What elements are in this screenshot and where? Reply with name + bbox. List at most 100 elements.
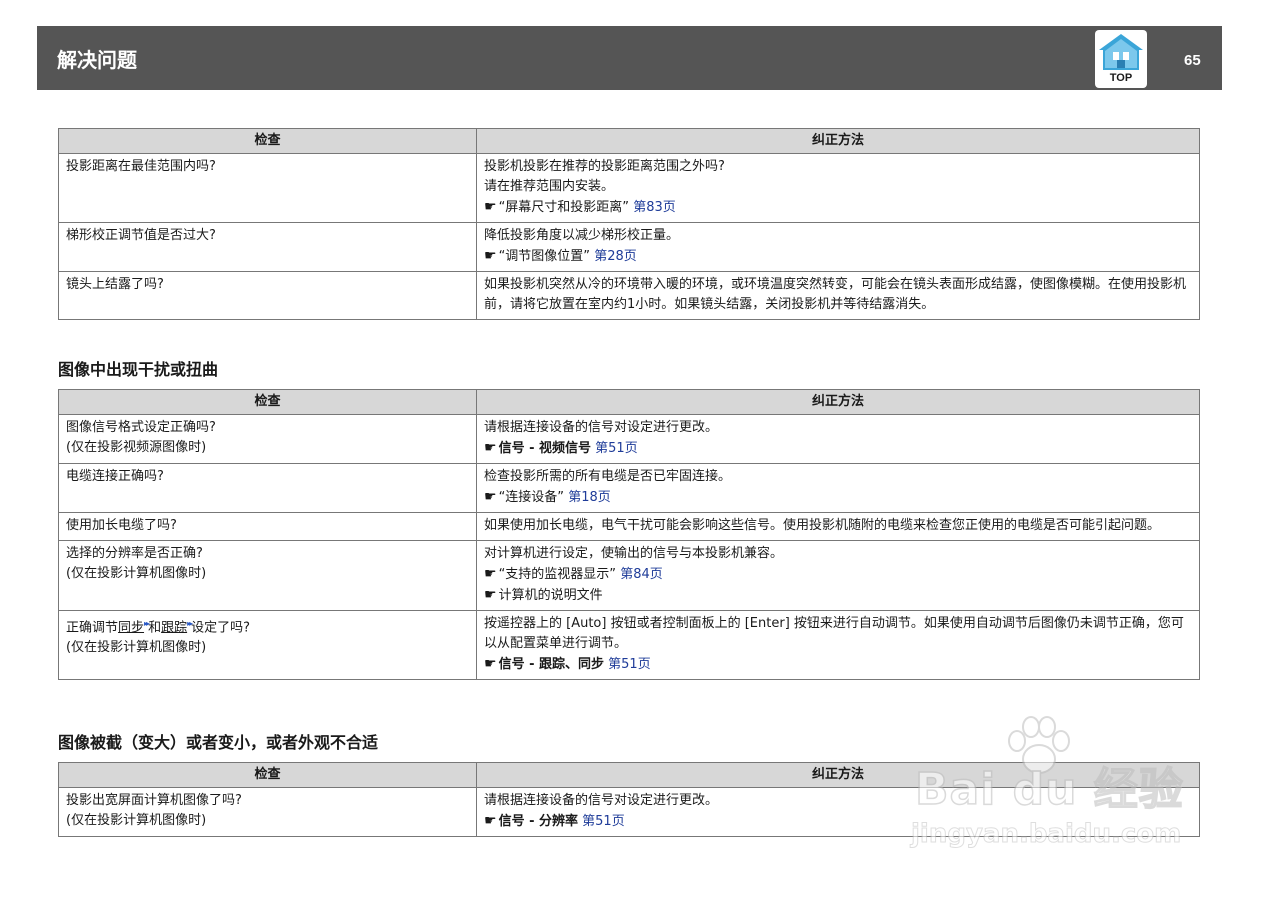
table-header-row: 检查 纠正方法 (58, 762, 1200, 788)
pointing-hand-icon: ☛ (484, 566, 497, 582)
table-row: 电缆连接正确吗? 检查投影所需的所有电缆是否已牢固连接。 ☛ “连接设备” 第18页 (58, 463, 1200, 513)
reference-title: 信号 - 跟踪、同步 (498, 657, 605, 672)
reference-link[interactable]: ☛ “屏幕尺寸和投影距离” 第83页 (484, 197, 1193, 218)
table-header-row: 检查 纠正方法 (58, 128, 1200, 154)
check-cell: 镜头上结露了吗? (58, 271, 477, 320)
reference-title: “屏幕尺寸和投影距离” (498, 200, 630, 215)
column-header-check: 检查 (58, 389, 477, 415)
troubleshoot-table-2: 检查 纠正方法图像信号格式设定正确吗? (仅在投影视频源图像时) 请根据连接设备的信号… (58, 389, 1200, 680)
fix-cell: 检查投影所需的所有电缆是否已牢固连接。 ☛ “连接设备” 第18页 (476, 463, 1200, 513)
reference-link[interactable]: ☛ “调节图像位置” 第28页 (484, 246, 1193, 267)
table-row: 使用加长电缆了吗? 如果使用加长电缆，电气干扰可能会影响这些信号。使用投影机随附的… (58, 512, 1200, 541)
fix-text: 降低投影角度以减少梯形校正量。 (484, 228, 680, 243)
reference-link[interactable]: ☛ “支持的监视器显示” 第84页 (484, 564, 1193, 585)
check-cell: 正确调节同步▸▸和跟踪▸▸设定了吗? (仅在投影计算机图像时) (58, 610, 477, 680)
pointing-hand-icon: ☛ (484, 248, 497, 264)
column-header-check: 检查 (58, 128, 477, 154)
fix-cell: 请根据连接设备的信号对设定进行更改。 ☛ 信号 - 视频信号 第51页 (476, 414, 1200, 464)
table-row: 选择的分辨率是否正确? (仅在投影计算机图像时) 对计算机进行设定，使输出的信号与本… (58, 540, 1200, 611)
check-text: 选择的分辨率是否正确? (66, 546, 203, 561)
troubleshoot-table-3: 检查 纠正方法 投影出宽屏面计算机图像了吗? (仅在投影计算机图像时) 请根据连接设备的… (58, 762, 1200, 837)
fix-text: 投影机投影在推荐的投影距离范围之外吗? (484, 159, 725, 174)
fix-text: 请在推荐范围内安装。 (484, 179, 615, 194)
check-cell: 投影出宽屏面计算机图像了吗? (仅在投影计算机图像时) (58, 787, 477, 837)
check-text: (仅在投影计算机图像时) (66, 566, 207, 581)
page-number: 65 (1184, 52, 1201, 69)
column-header-check: 检查 (58, 762, 477, 788)
check-cell: 梯形校正调节值是否过大? (58, 222, 477, 272)
top-button[interactable]: TOP (1095, 30, 1147, 88)
fix-text: 按遥控器上的 [Auto] 按钮或者控制面板上的 [Enter] 按钮来进行自动… (484, 616, 1184, 651)
pointing-hand-icon: ☛ (484, 656, 497, 672)
check-cell: 电缆连接正确吗? (58, 463, 477, 513)
column-header-fix: 纠正方法 (476, 762, 1200, 788)
fix-cell: 按遥控器上的 [Auto] 按钮或者控制面板上的 [Enter] 按钮来进行自动… (476, 610, 1200, 680)
check-cell: 图像信号格式设定正确吗? (仅在投影视频源图像时) (58, 414, 477, 464)
top-label: TOP (1109, 72, 1133, 84)
check-text: (仅在投影计算机图像时) (66, 813, 207, 828)
pointing-hand-icon: ☛ (484, 813, 497, 829)
table-row: 梯形校正调节值是否过大? 降低投影角度以减少梯形校正量。 ☛ “调节图像位置” 第28… (58, 222, 1200, 272)
reference-title: 信号 - 视频信号 (498, 441, 592, 456)
column-header-fix: 纠正方法 (476, 128, 1200, 154)
fix-cell: 如果使用加长电缆，电气干扰可能会影响这些信号。使用投影机随附的电缆来检查您正使用… (476, 512, 1200, 541)
column-header-fix: 纠正方法 (476, 389, 1200, 415)
page-link[interactable]: 第83页 (633, 200, 676, 215)
fix-text: 如果投影机突然从冷的环境带入暖的环境，或环境温度突然转变，可能会在镜头表面形成结… (484, 277, 1187, 312)
page-link[interactable]: 第84页 (620, 567, 663, 582)
reference-title: “调节图像位置” (498, 249, 591, 264)
check-text: (仅在投影计算机图像时) (66, 640, 207, 656)
fix-cell: 请根据连接设备的信号对设定进行更改。 ☛ 信号 - 分辨率 第51页 (476, 787, 1200, 837)
fix-cell: 如果投影机突然从冷的环境带入暖的环境，或环境温度突然转变，可能会在镜头表面形成结… (476, 271, 1200, 320)
pointing-hand-icon: ☛ (484, 440, 497, 456)
reference-title: 计算机的说明文件 (498, 588, 603, 603)
fix-cell: 降低投影角度以减少梯形校正量。 ☛ “调节图像位置” 第28页 (476, 222, 1200, 272)
page-header: 解决问题 TOP 65 (37, 26, 1222, 90)
check-cell: 使用加长电缆了吗? (58, 512, 477, 541)
fix-text: 请根据连接设备的信号对设定进行更改。 (484, 793, 719, 808)
table-row: 图像信号格式设定正确吗? (仅在投影视频源图像时) 请根据连接设备的信号对设定进行更… (58, 414, 1200, 464)
page-link[interactable]: 第51页 (608, 657, 651, 672)
fix-cell: 投影机投影在推荐的投影距离范围之外吗? 请在推荐范围内安装。 ☛ “屏幕尺寸和投影距离… (476, 153, 1200, 223)
table-row: 投影距离在最佳范围内吗? 投影机投影在推荐的投影距离范围之外吗? 请在推荐范围内安装… (58, 153, 1200, 223)
check-text: 梯形校正调节值是否过大? (66, 228, 216, 243)
check-text: 镜头上结露了吗? (66, 277, 164, 292)
glossary-term-sync[interactable]: 同步 (118, 620, 144, 635)
check-cell: 选择的分辨率是否正确? (仅在投影计算机图像时) (58, 540, 477, 611)
fix-text: 检查投影所需的所有电缆是否已牢固连接。 (484, 469, 732, 484)
check-text-part: 和 (148, 620, 162, 636)
fix-text: 对计算机进行设定，使输出的信号与本投影机兼容。 (484, 546, 784, 561)
page-link[interactable]: 第28页 (594, 249, 637, 264)
page-link[interactable]: 第51页 (582, 814, 625, 829)
reference-link[interactable]: ☛ 信号 - 视频信号 第51页 (484, 438, 1193, 459)
page-link[interactable]: 第18页 (568, 490, 611, 505)
reference-link[interactable]: ☛ 计算机的说明文件 (484, 585, 1193, 606)
page-title: 解决问题 (57, 48, 137, 72)
pointing-hand-icon: ☛ (484, 489, 497, 505)
troubleshoot-table-1: 检查 纠正方法投影距离在最佳范围内吗? 投影机投影在推荐的投影距离范围之外吗? 请在推… (58, 128, 1200, 320)
pointing-hand-icon: ☛ (484, 199, 497, 215)
table-row: 投影出宽屏面计算机图像了吗? (仅在投影计算机图像时) 请根据连接设备的信号对设定进… (58, 787, 1200, 837)
table-row: 正确调节同步▸▸和跟踪▸▸设定了吗? (仅在投影计算机图像时) 按遥控器上的 [Au… (58, 610, 1200, 680)
glossary-term-tracking[interactable]: 跟踪 (161, 620, 187, 635)
pointing-hand-icon: ☛ (484, 587, 497, 603)
section-heading-interference: 图像中出现干扰或扭曲 (58, 360, 219, 379)
page-link[interactable]: 第51页 (595, 441, 638, 456)
reference-title: “支持的监视器显示” (498, 567, 617, 582)
check-text: 正确调节同步▸▸和跟踪▸▸设定了吗? (66, 614, 470, 638)
reference-title: 信号 - 分辨率 (498, 814, 579, 829)
reference-link[interactable]: ☛ 信号 - 跟踪、同步 第51页 (484, 654, 1193, 675)
check-text: 电缆连接正确吗? (66, 469, 164, 484)
section-heading-cropped: 图像被截（变大）或者变小，或者外观不合适 (58, 733, 379, 752)
fix-text: 请根据连接设备的信号对设定进行更改。 (484, 420, 719, 435)
fix-cell: 对计算机进行设定，使输出的信号与本投影机兼容。 ☛ “支持的监视器显示” 第84页 ☛… (476, 540, 1200, 611)
reference-link[interactable]: ☛ “连接设备” 第18页 (484, 487, 1193, 508)
check-text: (仅在投影视频源图像时) (66, 440, 207, 455)
check-text: 使用加长电缆了吗? (66, 518, 177, 533)
check-text: 投影距离在最佳范围内吗? (66, 159, 216, 174)
reference-link[interactable]: ☛ 信号 - 分辨率 第51页 (484, 811, 1193, 832)
check-cell: 投影距离在最佳范围内吗? (58, 153, 477, 223)
reference-title: “连接设备” (498, 490, 565, 505)
table-row: 镜头上结露了吗? 如果投影机突然从冷的环境带入暖的环境，或环境温度突然转变，可能会… (58, 271, 1200, 320)
check-text: 图像信号格式设定正确吗? (66, 420, 216, 435)
